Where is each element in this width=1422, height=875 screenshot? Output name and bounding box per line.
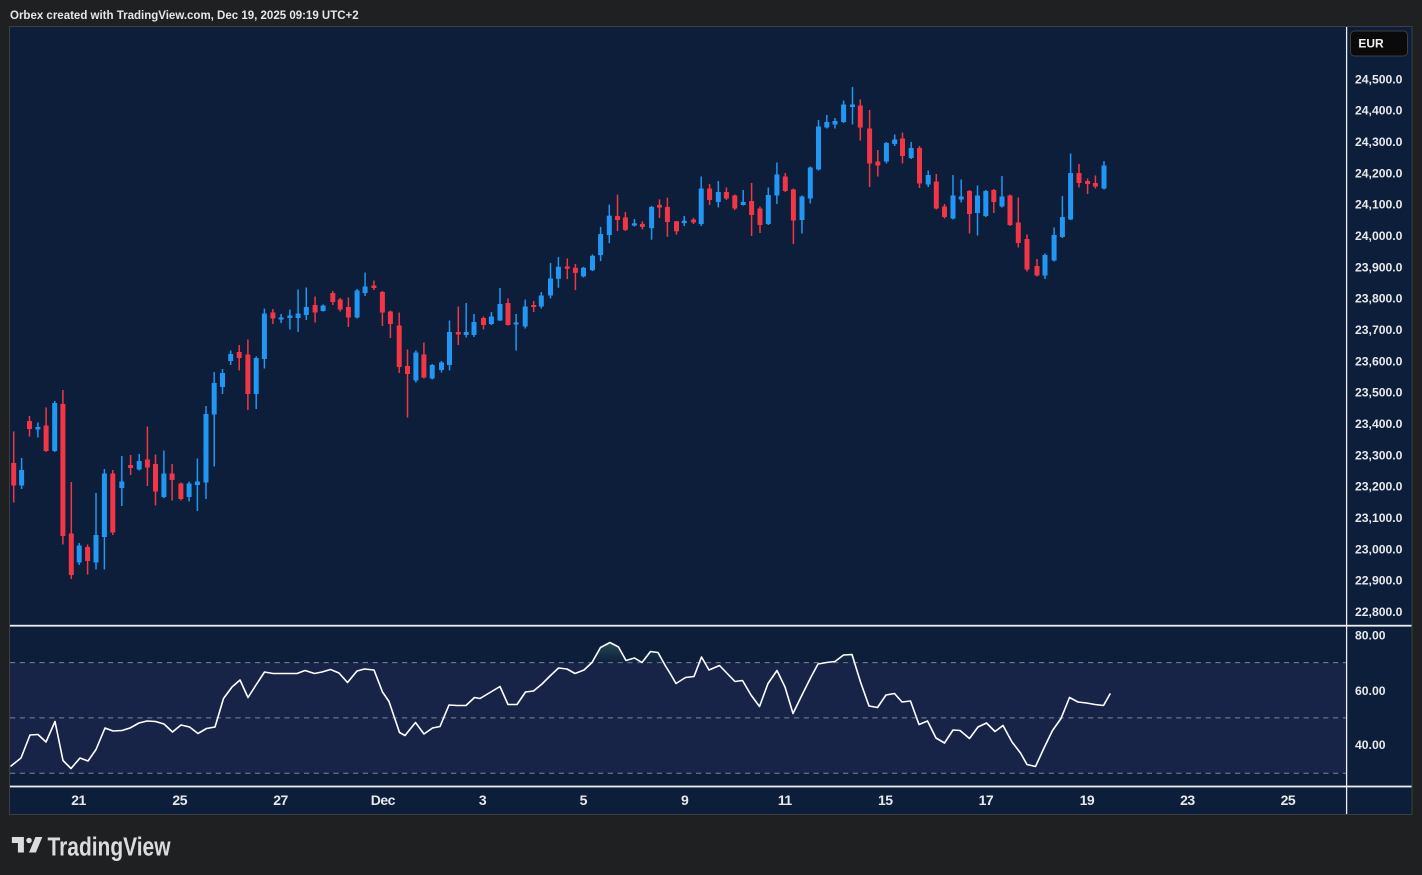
svg-text:23,900.0: 23,900.0 <box>1355 260 1403 274</box>
svg-text:24,500.0: 24,500.0 <box>1355 72 1403 86</box>
svg-text:23,600.0: 23,600.0 <box>1355 354 1403 368</box>
svg-text:22,800.0: 22,800.0 <box>1355 605 1403 619</box>
svg-text:24,000.0: 24,000.0 <box>1355 229 1403 243</box>
svg-text:25: 25 <box>1281 792 1296 808</box>
svg-text:40.00: 40.00 <box>1355 738 1386 752</box>
svg-text:24,200.0: 24,200.0 <box>1355 166 1403 180</box>
svg-text:27: 27 <box>273 792 288 808</box>
svg-text:TradingView: TradingView <box>48 834 171 862</box>
svg-text:11: 11 <box>778 792 793 808</box>
svg-text:23,200.0: 23,200.0 <box>1355 480 1403 494</box>
svg-text:23,800.0: 23,800.0 <box>1355 292 1403 306</box>
svg-text:15: 15 <box>878 792 893 808</box>
svg-text:80.00: 80.00 <box>1355 628 1386 642</box>
svg-text:21: 21 <box>71 792 86 808</box>
svg-text:25: 25 <box>172 792 187 808</box>
svg-text:23,100.0: 23,100.0 <box>1355 511 1403 525</box>
svg-text:9: 9 <box>681 792 689 808</box>
svg-text:23,000.0: 23,000.0 <box>1355 542 1403 556</box>
svg-text:22,900.0: 22,900.0 <box>1355 574 1403 588</box>
svg-text:EUR: EUR <box>1358 37 1384 51</box>
svg-text:19: 19 <box>1080 792 1095 808</box>
svg-text:23,700.0: 23,700.0 <box>1355 323 1403 337</box>
svg-text:23,500.0: 23,500.0 <box>1355 386 1403 400</box>
svg-text:17: 17 <box>979 792 994 808</box>
svg-text:Dec: Dec <box>371 792 396 808</box>
svg-text:3: 3 <box>479 792 487 808</box>
svg-text:Orbex created with TradingView: Orbex created with TradingView.com, Dec … <box>10 10 359 22</box>
svg-text:23: 23 <box>1180 792 1195 808</box>
svg-text:60.00: 60.00 <box>1355 684 1386 698</box>
svg-text:24,400.0: 24,400.0 <box>1355 104 1403 118</box>
svg-text:23,400.0: 23,400.0 <box>1355 417 1403 431</box>
svg-text:24,300.0: 24,300.0 <box>1355 135 1403 149</box>
svg-text:23,300.0: 23,300.0 <box>1355 448 1403 462</box>
svg-text:5: 5 <box>580 792 588 808</box>
svg-text:24,100.0: 24,100.0 <box>1355 198 1403 212</box>
